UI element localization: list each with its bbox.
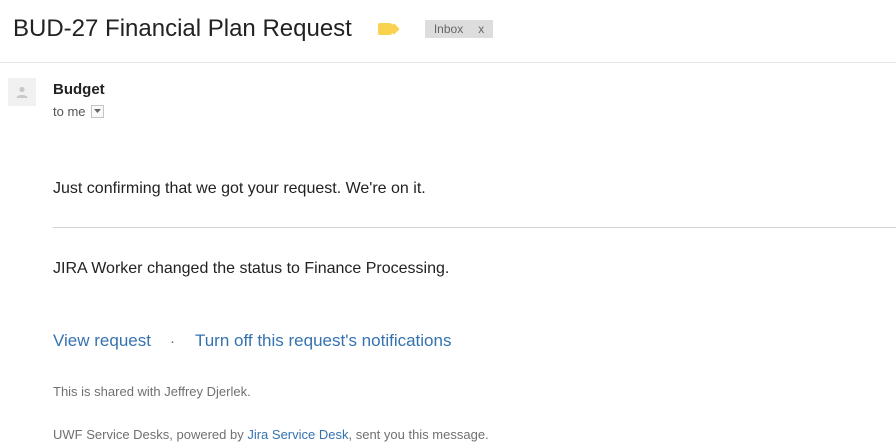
sender-avatar[interactable] — [8, 78, 36, 106]
header-divider — [0, 62, 896, 63]
show-details-button[interactable] — [90, 105, 104, 118]
shared-note: This is shared with Jeffrey Djerlek. — [53, 384, 251, 399]
subject-row: BUD-27 Financial Plan Request Inbox x — [13, 14, 494, 44]
turn-off-notifications-link[interactable]: Turn off this request's notifications — [195, 331, 452, 351]
request-links: View request · Turn off this request's n… — [53, 331, 451, 351]
footer-prefix: UWF Service Desks, powered by — [53, 427, 248, 442]
sender-name[interactable]: Budget — [53, 81, 105, 98]
inbox-label-chip[interactable]: Inbox x — [424, 20, 494, 38]
message-divider — [53, 227, 896, 228]
status-update-text: JIRA Worker changed the status to Financ… — [53, 260, 450, 277]
inbox-label-text: Inbox — [433, 22, 464, 36]
link-separator: · — [169, 332, 175, 350]
remove-label-button[interactable]: x — [478, 22, 484, 36]
recipient-text: to me — [53, 104, 86, 119]
email-view: BUD-27 Financial Plan Request Inbox x Bu… — [0, 0, 896, 448]
footer-text: UWF Service Desks, powered by Jira Servi… — [53, 427, 489, 442]
view-request-link[interactable]: View request — [53, 331, 151, 351]
recipient-row: to me — [53, 104, 104, 119]
email-subject: BUD-27 Financial Plan Request — [13, 15, 352, 42]
footer-suffix: , sent you this message. — [348, 427, 489, 442]
caret-down-icon — [93, 109, 101, 113]
label-tag-icon[interactable] — [377, 23, 394, 35]
confirmation-text: Just confirming that we got your request… — [53, 180, 426, 197]
jira-service-desk-link[interactable]: Jira Service Desk — [247, 427, 348, 442]
person-icon — [16, 86, 28, 98]
